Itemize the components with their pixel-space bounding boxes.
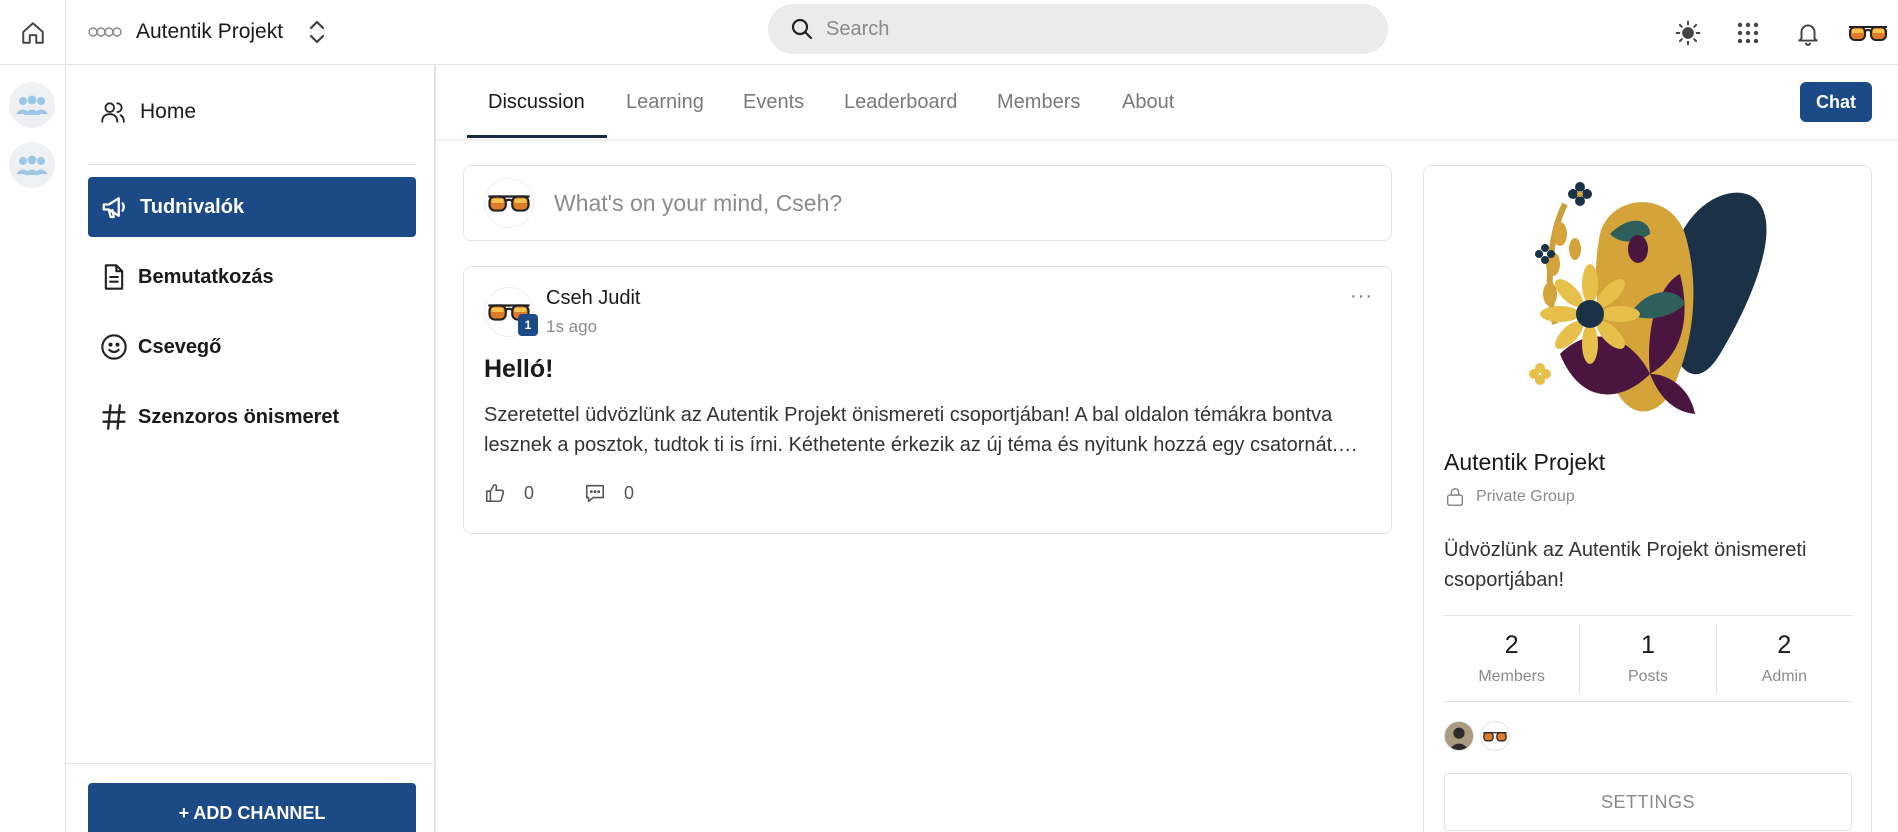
project-logo-icon <box>88 27 122 37</box>
settings-button[interactable]: SETTINGS <box>1444 773 1852 831</box>
person-photo-icon <box>1445 722 1473 750</box>
sidebar-channel-label: Bemutatkozás <box>138 265 274 288</box>
stat-value: 1 <box>1641 631 1655 659</box>
megaphone-icon <box>102 197 125 219</box>
hash-icon <box>102 404 126 430</box>
tab-learning[interactable]: Learning <box>626 65 704 139</box>
home-icon <box>21 21 44 44</box>
member-avatar[interactable] <box>1444 721 1474 751</box>
home-button[interactable] <box>0 0 66 65</box>
top-bar: Autentik Projekt <box>0 0 1898 65</box>
smiley-icon <box>101 334 127 360</box>
sidebar-channel-label: Csevegő <box>138 335 222 358</box>
post-composer[interactable]: What's on your mind, Cseh? <box>463 165 1392 241</box>
community-avatar[interactable] <box>9 142 55 188</box>
comment-icon <box>585 484 605 503</box>
group-cover-art <box>1529 182 1767 414</box>
people-icon <box>101 102 125 123</box>
stat-admin[interactable]: 2 Admin <box>1717 624 1852 693</box>
sidebar-channel-bemutatkozas[interactable]: Bemutatkozás <box>88 247 416 307</box>
group-name: Autentik Projekt <box>1444 449 1606 475</box>
comment-button[interactable]: 0 <box>584 482 634 504</box>
group-icon <box>16 155 48 175</box>
sidebar-channel-label: Szenzoros önismeret <box>138 405 340 428</box>
sidebar-channel-csevego[interactable]: Csevegő <box>88 317 416 377</box>
tab-events[interactable]: Events <box>743 65 804 139</box>
group-icon <box>16 95 48 115</box>
sidebar-item-label: Home <box>140 100 197 123</box>
stat-label: Posts <box>1627 668 1668 685</box>
composer-placeholder: What's on your mind, Cseh? <box>554 189 843 216</box>
chevron-updown-icon <box>309 20 325 44</box>
sun-icon <box>1675 20 1701 45</box>
community-avatar[interactable] <box>9 82 55 128</box>
tab-members[interactable]: Members <box>997 65 1080 139</box>
lock-icon <box>1446 488 1464 506</box>
post-more-button[interactable]: ··· <box>1350 285 1373 308</box>
sidebar-channel-label: Tudnivalók <box>140 195 245 218</box>
stat-value: 2 <box>1777 631 1792 659</box>
search-input[interactable] <box>826 17 1326 41</box>
sidebar-channel-tudnivalok[interactable]: Tudnivalók <box>88 177 416 237</box>
active-tab-indicator <box>467 135 607 138</box>
tab-discussion[interactable]: Discussion <box>488 65 585 139</box>
like-button[interactable]: 0 <box>484 482 534 504</box>
member-avatar[interactable] <box>1480 721 1510 751</box>
tab-about[interactable]: About <box>1122 65 1174 139</box>
post-author[interactable]: Cseh Judit <box>546 287 641 310</box>
tab-leaderboard[interactable]: Leaderboard <box>844 65 957 139</box>
stat-label: Admin <box>1761 668 1807 685</box>
stat-value: 2 <box>1504 631 1519 659</box>
project-switcher[interactable]: Autentik Projekt <box>88 12 327 52</box>
add-channel-button[interactable]: + ADD CHANNEL <box>88 783 416 832</box>
chat-button[interactable]: Chat <box>1800 82 1872 122</box>
community-rail <box>0 65 66 832</box>
user-avatar[interactable] <box>1838 3 1898 63</box>
theme-toggle-button[interactable] <box>1658 3 1718 63</box>
search-bar[interactable] <box>768 4 1388 54</box>
like-count: 0 <box>524 482 535 503</box>
comment-count: 0 <box>624 482 635 503</box>
sunglasses-avatar-icon <box>1483 731 1507 741</box>
post-timestamp: 1s ago <box>546 317 598 336</box>
stat-posts[interactable]: 1 Posts <box>1580 624 1717 693</box>
group-info-card: Autentik Projekt Private Group Üdvözlünk… <box>1423 165 1872 832</box>
group-privacy: Private Group <box>1444 486 1575 508</box>
post-actions: 0 0 <box>484 482 684 504</box>
sidebar-item-home[interactable]: Home <box>100 92 196 132</box>
post-card[interactable]: 1 Cseh Judit 1s ago ··· Helló! Szeretett… <box>463 266 1392 534</box>
top-actions <box>1658 0 1898 65</box>
group-stats: 2 Members 1 Posts 2 Admin <box>1444 615 1852 702</box>
sidebar-divider <box>66 763 434 764</box>
level-badge: 1 <box>518 314 538 336</box>
composer-avatar <box>484 178 534 228</box>
group-tabs: Discussion Learning Events Leaderboard M… <box>436 65 1898 140</box>
notifications-button[interactable] <box>1778 3 1838 63</box>
sidebar-divider <box>88 164 416 165</box>
thumbs-up-icon <box>485 483 505 503</box>
channel-sidebar: Home Tudnivalók Bemutatkozás Csevegő Sze… <box>66 65 436 832</box>
apps-button[interactable] <box>1718 3 1778 63</box>
sunglasses-avatar-icon <box>1849 25 1887 41</box>
document-icon <box>104 264 124 290</box>
sidebar-channel-szenzoros-onismeret[interactable]: Szenzoros önismeret <box>88 387 416 447</box>
search-icon <box>791 18 813 40</box>
post-title: Helló! <box>484 355 554 383</box>
stat-members[interactable]: 2 Members <box>1444 624 1581 693</box>
member-avatars <box>1444 721 1510 751</box>
privacy-label: Private Group <box>1476 488 1575 505</box>
grid-icon <box>1737 22 1759 43</box>
stat-label: Members <box>1478 668 1545 685</box>
post-body: Szeretettel üdvözlünk az Autentik Projek… <box>484 404 1358 456</box>
bell-icon <box>1798 23 1818 46</box>
group-description: Üdvözlünk az Autentik Projekt önismereti… <box>1444 539 1807 591</box>
sunglasses-avatar-icon <box>488 195 530 212</box>
project-name: Autentik Projekt <box>136 20 284 43</box>
